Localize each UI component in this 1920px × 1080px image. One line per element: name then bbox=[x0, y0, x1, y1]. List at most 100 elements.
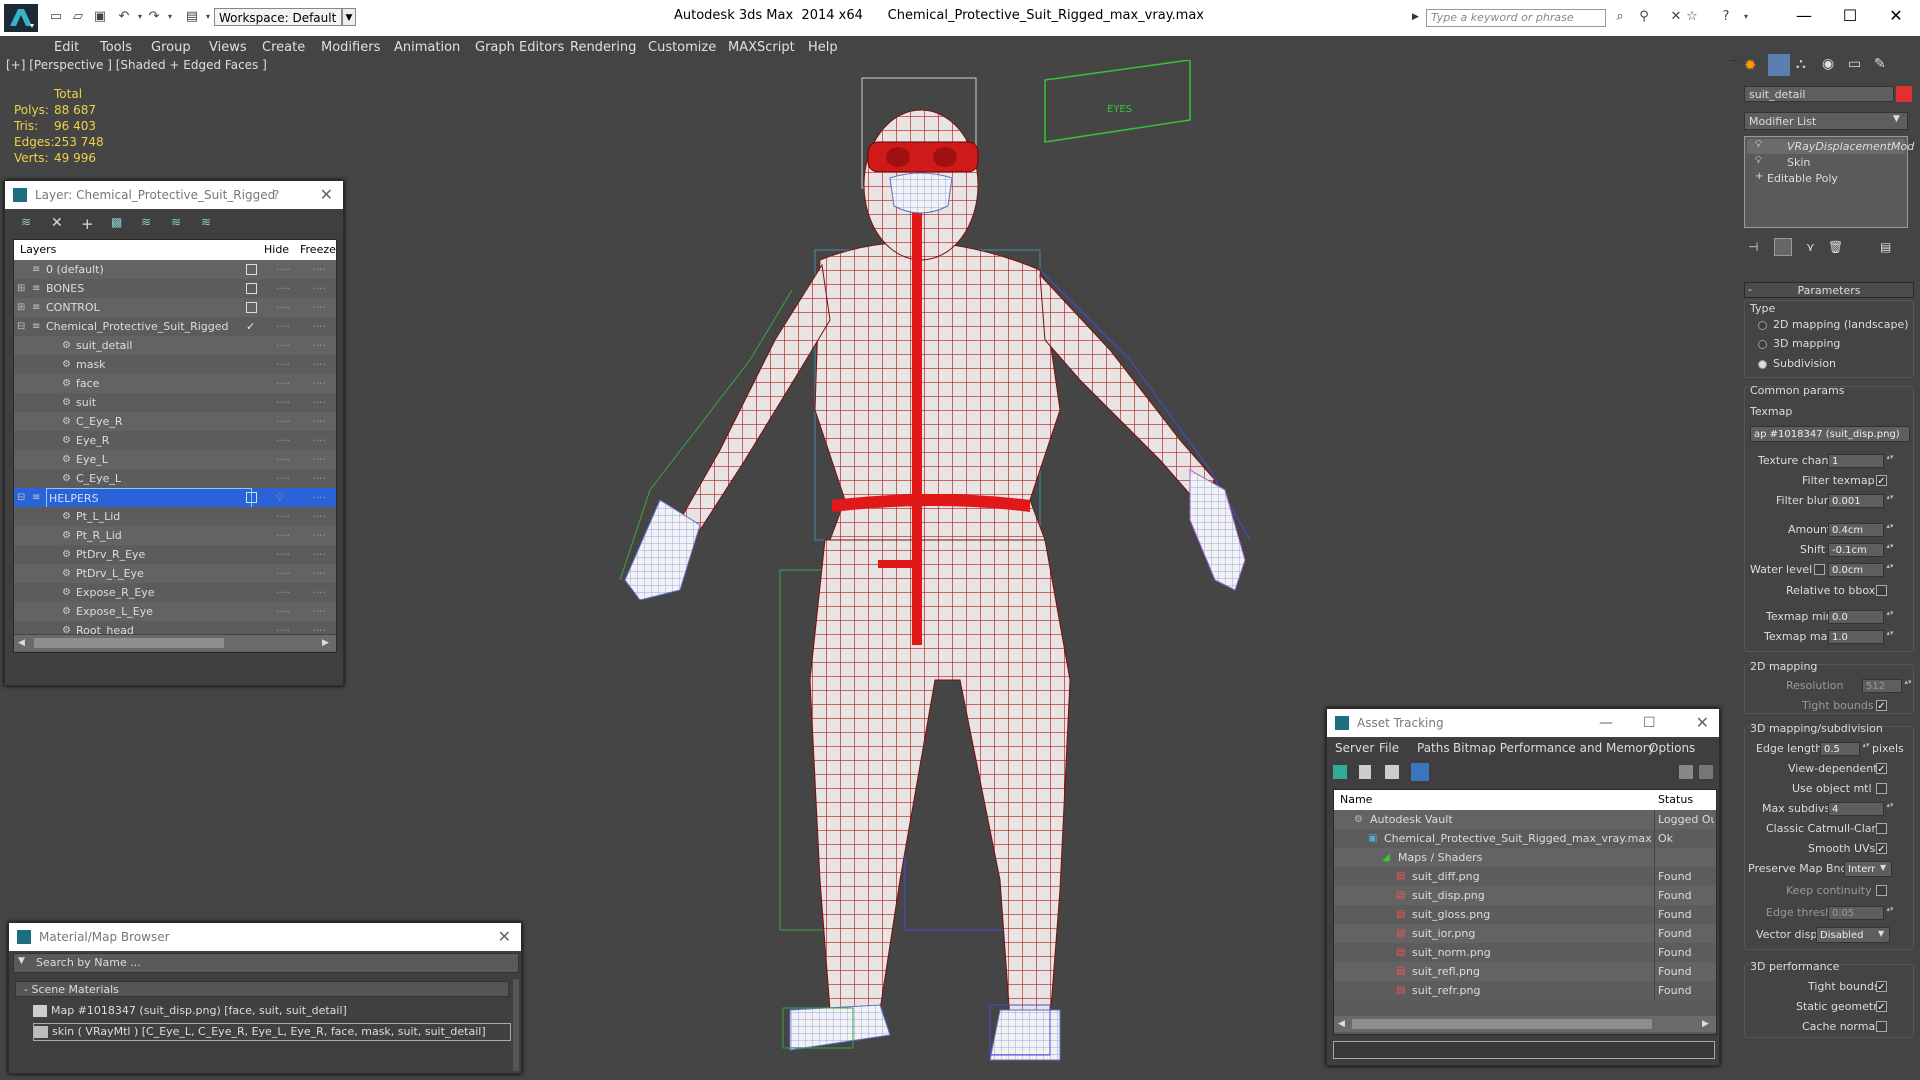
freeze-all-icon[interactable]: ≋ bbox=[201, 215, 211, 229]
hide-toggle[interactable]: ···· bbox=[276, 393, 290, 412]
layer-row[interactable]: ≡ 0 (default) ···· ···· bbox=[14, 260, 336, 279]
vault-settings-icon[interactable] bbox=[1699, 765, 1713, 779]
freeze-toggle[interactable]: ···· bbox=[312, 412, 326, 431]
layer-row[interactable]: ⊞ ≡ BONES ···· ···· bbox=[14, 279, 336, 298]
freeze-toggle[interactable]: ···· bbox=[312, 507, 326, 526]
redo-dropdown-icon[interactable]: ▾ bbox=[162, 9, 178, 25]
object-color-swatch[interactable] bbox=[1896, 86, 1912, 102]
freeze-toggle[interactable]: ···· bbox=[312, 602, 326, 621]
select-objects-icon[interactable]: ▩ bbox=[111, 215, 122, 229]
create-tab-icon[interactable]: ✹ bbox=[1744, 56, 1757, 74]
type-subdivision-label[interactable]: Subdivision bbox=[1773, 357, 1836, 370]
layer-row[interactable]: ⊟ ≡ Chemical_Protective_Suit_Rigged ✓ ···· ··… bbox=[14, 317, 336, 336]
freeze-toggle[interactable]: ···· bbox=[312, 545, 326, 564]
hide-toggle[interactable]: ···· bbox=[276, 317, 290, 336]
menu-maxscript[interactable]: MAXScript bbox=[728, 40, 795, 55]
save-file-icon[interactable]: ▣ bbox=[92, 9, 108, 25]
type-2d-radio[interactable] bbox=[1758, 321, 1767, 330]
hide-toggle[interactable]: ···· bbox=[276, 507, 290, 526]
tight-bounds-3d-label[interactable]: Tight bounds bbox=[1808, 980, 1880, 993]
freeze-toggle[interactable]: ···· bbox=[312, 526, 326, 545]
material-search[interactable]: ▼ Search by Name ... bbox=[13, 953, 519, 973]
vault-icon[interactable] bbox=[1679, 765, 1693, 779]
resolution-field[interactable]: 512 bbox=[1862, 679, 1902, 693]
edge-thresh-field[interactable]: 0.05 bbox=[1828, 906, 1884, 920]
menu-create[interactable]: Create bbox=[262, 40, 305, 55]
use-object-mtl-checkbox[interactable] bbox=[1876, 783, 1887, 794]
hide-toggle[interactable]: ···· bbox=[276, 374, 290, 393]
freeze-toggle[interactable]: ···· bbox=[312, 488, 326, 507]
show-end-result-icon[interactable] bbox=[1774, 238, 1792, 256]
hide-toggle[interactable]: ···· bbox=[276, 260, 290, 279]
modifier-list-dropdown[interactable]: Modifier List bbox=[1744, 112, 1908, 130]
help-icon[interactable]: ? bbox=[273, 181, 279, 209]
keep-continuity-checkbox[interactable] bbox=[1876, 885, 1887, 896]
delete-layer-icon[interactable]: ✕ bbox=[51, 215, 63, 231]
smooth-uvs-label[interactable]: Smooth UVs bbox=[1808, 842, 1875, 855]
close-icon[interactable]: ✕ bbox=[320, 181, 333, 209]
tight-bounds-3d-checkbox[interactable]: ✓ bbox=[1876, 981, 1887, 993]
horizontal-scrollbar[interactable]: ◀ ▶ bbox=[14, 634, 336, 651]
spinner-icon[interactable]: ▴▾ bbox=[1886, 802, 1894, 816]
layers-icon[interactable]: ≋ bbox=[21, 215, 31, 229]
highlight-layer-icon[interactable]: ≋ bbox=[141, 215, 151, 229]
parameters-rollout-header[interactable]: Parameters bbox=[1744, 282, 1914, 298]
chevron-down-icon[interactable]: ▼ bbox=[342, 8, 356, 26]
scroll-right-icon[interactable]: ▶ bbox=[1702, 1016, 1709, 1032]
current-layer-check-icon[interactable]: ✓ bbox=[246, 317, 255, 336]
hide-toggle[interactable]: ···· bbox=[276, 583, 290, 602]
menu-animation[interactable]: Animation bbox=[394, 40, 460, 55]
freeze-toggle[interactable]: ···· bbox=[312, 298, 326, 317]
asset-menu-bitmap[interactable]: Bitmap Performance and Memory bbox=[1453, 737, 1655, 759]
scene-materials-group[interactable]: - Scene Materials bbox=[15, 981, 509, 997]
static-geometry-checkbox[interactable]: ✓ bbox=[1876, 1001, 1887, 1013]
maximize-button[interactable]: ☐ bbox=[1830, 4, 1870, 28]
chevron-down-icon[interactable]: ▼ bbox=[1878, 929, 1884, 938]
cache-normals-checkbox[interactable] bbox=[1876, 1021, 1887, 1032]
binoculars-icon[interactable]: ⌕ bbox=[1612, 9, 1628, 25]
lightbulb-icon[interactable]: 💡︎ bbox=[1755, 139, 1762, 150]
water-level-field[interactable]: 0.0cm bbox=[1828, 563, 1884, 577]
smooth-uvs-checkbox[interactable]: ✓ bbox=[1876, 843, 1887, 855]
expand-toggle-icon[interactable]: ⊞ bbox=[17, 279, 25, 298]
asset-row[interactable]: ⚙ Autodesk Vault Logged Ou bbox=[1334, 810, 1716, 829]
freeze-toggle[interactable]: ···· bbox=[312, 450, 326, 469]
freeze-toggle[interactable]: ···· bbox=[312, 279, 326, 298]
filter-texmap-checkbox[interactable]: ✓ bbox=[1876, 475, 1887, 487]
column-status[interactable]: Status bbox=[1658, 790, 1693, 810]
asset-row[interactable]: ▤ suit_ior.png Found bbox=[1334, 924, 1716, 943]
close-button[interactable]: ✕ bbox=[1876, 4, 1916, 28]
chevron-down-icon[interactable]: ▼ bbox=[18, 956, 25, 966]
open-file-icon[interactable]: ▱ bbox=[70, 9, 86, 25]
menu-customize[interactable]: Customize bbox=[648, 40, 716, 55]
chevron-down-icon[interactable]: ▼ bbox=[1893, 114, 1900, 124]
freeze-toggle[interactable]: ···· bbox=[312, 260, 326, 279]
relative-bbox-checkbox[interactable] bbox=[1876, 585, 1887, 596]
type-subdivision-radio[interactable] bbox=[1758, 360, 1767, 369]
modify-tab-icon[interactable] bbox=[1768, 54, 1790, 76]
hide-toggle[interactable]: ···· bbox=[276, 564, 290, 583]
search-expand-icon[interactable]: ▶ bbox=[1412, 12, 1419, 22]
search-input[interactable]: Type a keyword or phrase bbox=[1426, 9, 1606, 27]
menu-rendering[interactable]: Rendering bbox=[570, 40, 636, 55]
classic-catmull-checkbox[interactable] bbox=[1876, 823, 1887, 834]
help-dropdown-icon[interactable]: ▾ bbox=[1738, 9, 1754, 25]
material-browser-title-bar[interactable]: Material/Map Browser ✕ bbox=[9, 923, 521, 951]
texmap-max-field[interactable]: 1.0 bbox=[1828, 630, 1884, 644]
project-folder-icon[interactable]: ▤ bbox=[184, 9, 200, 25]
current-layer-box[interactable] bbox=[246, 283, 257, 294]
spinner-icon[interactable]: ▴▾ bbox=[1886, 494, 1894, 508]
layer-row[interactable]: ⚙ Pt_L_Lid ···· ···· bbox=[14, 507, 336, 526]
texture-chan-field[interactable]: 1 bbox=[1828, 454, 1884, 468]
asset-row[interactable]: ▣ Chemical_Protective_Suit_Rigged_max_vra… bbox=[1334, 829, 1716, 848]
utilities-tab-icon[interactable]: ✎ bbox=[1874, 56, 1886, 72]
menu-tools[interactable]: Tools bbox=[100, 40, 132, 55]
scroll-right-icon[interactable]: ▶ bbox=[322, 635, 329, 651]
layer-row[interactable]: ⚙ C_Eye_L ···· ···· bbox=[14, 469, 336, 488]
water-level-checkbox[interactable] bbox=[1814, 564, 1825, 575]
layer-row[interactable]: ⚙ Expose_L_Eye ···· ···· bbox=[14, 602, 336, 621]
asset-path-field[interactable] bbox=[1333, 1041, 1715, 1059]
layer-row[interactable]: ⚙ mask ···· ···· bbox=[14, 355, 336, 374]
layer-row[interactable]: ⊟ ≡ HELPERS 💡︎ ···· bbox=[14, 488, 336, 509]
app-logo-icon[interactable] bbox=[4, 4, 38, 32]
